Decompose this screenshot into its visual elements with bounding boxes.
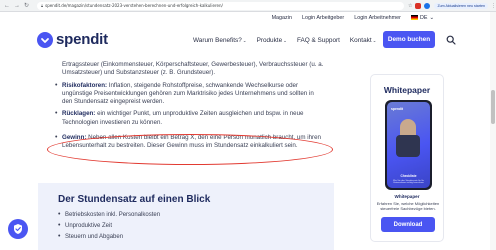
phone-screen: spendit Checkliste Wie Sie den Stundensa… xyxy=(387,102,430,188)
site-header: spendit Warum Benefits?⌄ Produkte⌄ FAQ &… xyxy=(0,23,496,61)
phone-subtitle: Wie Sie den Stundensatz für Ihr Unterneh… xyxy=(393,179,424,185)
whitepaper-card: Whitepaper spendit Checkliste Wie Sie de… xyxy=(370,74,444,242)
menu-icon[interactable]: ⋮ xyxy=(491,3,496,9)
scrollbar-thumb[interactable] xyxy=(491,90,495,124)
scrollbar[interactable] xyxy=(490,12,496,250)
summary-heading: Der Stundensatz auf einen Blick xyxy=(58,194,211,205)
demo-button[interactable]: Demo buchen xyxy=(383,31,435,48)
bullet-term: Risikofaktoren: xyxy=(62,81,108,89)
whitepaper-title: Whitepaper xyxy=(383,85,431,95)
nav-kontakt[interactable]: Kontakt⌄ xyxy=(350,37,376,44)
phone-logo: spendit xyxy=(391,107,404,111)
flag-de-icon xyxy=(410,15,418,20)
update-button[interactable]: Zum Aktualisieren neu starten xyxy=(434,2,488,9)
list-item: Betriebskosten inkl. Personalkosten xyxy=(58,211,160,223)
whitepaper-text: Erfahren Sie, welche Möglichkeiten steue… xyxy=(376,201,440,212)
phone-mockup-image: spendit Checkliste Wie Sie den Stundensa… xyxy=(385,100,432,190)
forward-icon[interactable]: → xyxy=(14,3,20,9)
nav-label: Produkte xyxy=(256,37,283,44)
logo-mark-icon xyxy=(37,31,53,48)
search-icon[interactable] xyxy=(446,35,456,45)
phone-title: Checkliste xyxy=(400,174,417,178)
link-magazin[interactable]: Magazin xyxy=(272,15,292,21)
nav-label: Kontakt xyxy=(349,37,372,44)
logo[interactable]: spendit xyxy=(37,31,108,48)
summary-list: Betriebskosten inkl. Personalkosten Unpr… xyxy=(58,211,160,245)
bullet-term: Rücklagen: xyxy=(62,110,96,118)
chevron-down-icon: ⌄ xyxy=(283,38,287,43)
shield-check-icon[interactable] xyxy=(8,219,28,239)
lock-icon[interactable]: 🔒︎ xyxy=(41,3,43,8)
nav-faq-support[interactable]: FAQ & Support xyxy=(297,37,340,44)
extensions-area: ☆ xyxy=(408,2,431,9)
whitepaper-label: Whitepaper xyxy=(394,194,420,199)
logo-text: spendit xyxy=(56,31,108,48)
person-figure xyxy=(396,119,420,157)
main-nav: Warum Benefits?⌄ Produkte⌄ FAQ & Support… xyxy=(193,37,376,44)
nav-produkte[interactable]: Produkte⌄ xyxy=(257,37,287,44)
chevron-down-icon: ⌄ xyxy=(429,14,434,21)
paragraph-continuation: Ertragssteuer (Einkommensteuer, Körpersc… xyxy=(62,61,324,77)
bullet-risikofaktoren: Risikofaktoren: Inflation, steigende Roh… xyxy=(55,82,325,107)
url-text: spendit.de/magazin/stundensatz-2023-vers… xyxy=(45,3,223,8)
download-button[interactable]: Download xyxy=(381,217,435,232)
reload-icon[interactable]: ↻ xyxy=(24,3,29,9)
bullet-text: ein wichtiger Punkt, um unproduktive Zei… xyxy=(62,110,304,126)
back-icon[interactable]: ← xyxy=(4,3,10,9)
profile-icon[interactable] xyxy=(424,2,431,9)
language-label: DE xyxy=(419,14,428,21)
nav-label: Warum Benefits? xyxy=(193,37,242,44)
summary-box: Der Stundensatz auf einen Blick Betriebs… xyxy=(38,183,334,250)
nav-warum-benefits[interactable]: Warum Benefits?⌄ xyxy=(193,37,247,44)
browser-nav: ← → ↻ xyxy=(4,3,29,9)
chevron-down-icon: ⌄ xyxy=(242,38,247,43)
bullet-ruecklagen: Rücklagen: ein wichtiger Punkt, um unpro… xyxy=(55,110,325,127)
list-item: Unproduktive Zeit xyxy=(58,222,160,234)
address-bar[interactable]: 🔒︎ spendit.de/magazin/stundensatz-2023-v… xyxy=(37,1,404,10)
chevron-down-icon: ⌄ xyxy=(372,38,377,43)
extension-icon[interactable] xyxy=(415,2,422,9)
link-login-arbeitgeber[interactable]: Login Arbeitgeber xyxy=(302,15,344,21)
highlight-circle xyxy=(47,134,333,165)
link-login-arbeitnehmer[interactable]: Login Arbeitnehmer xyxy=(354,15,401,21)
language-selector[interactable]: DE ⌄ xyxy=(410,14,434,21)
star-icon[interactable]: ☆ xyxy=(408,3,412,9)
browser-toolbar: ← → ↻ 🔒︎ spendit.de/magazin/stundensatz-… xyxy=(0,0,496,12)
list-item: Steuern und Abgaben xyxy=(58,233,160,245)
utility-bar: Magazin Login Arbeitgeber Login Arbeitne… xyxy=(0,12,496,23)
